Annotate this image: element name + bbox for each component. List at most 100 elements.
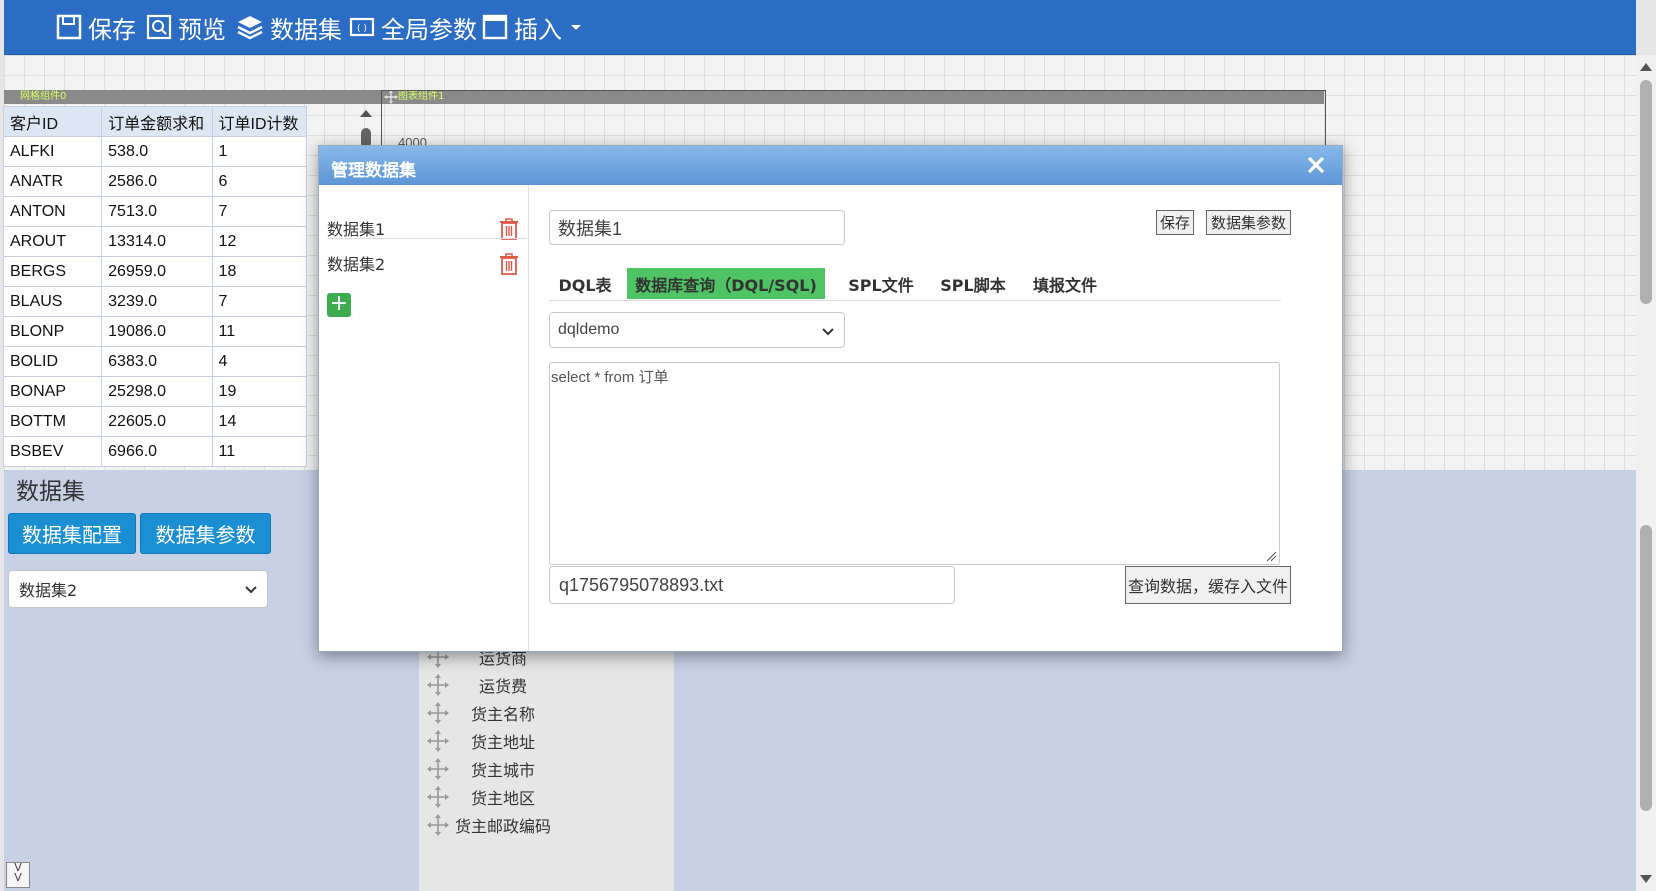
table-cell: 13314.0: [101, 226, 213, 257]
table-row: BERGS 26959.0 18: [2, 256, 308, 287]
dataset-config-button[interactable]: 数据集配置: [8, 513, 136, 554]
table-cell: BOLID: [2, 346, 103, 377]
table-row: AROUT 13314.0 12: [2, 226, 308, 257]
table-cell: 19086.0: [101, 316, 213, 347]
window-icon: [482, 14, 508, 40]
collapse-toggle-label: V V: [14, 861, 22, 884]
tab-db-query[interactable]: 数据库查询（DQL/SQL): [627, 268, 825, 299]
dialog-params-button[interactable]: 数据集参数: [1206, 210, 1291, 235]
dataset-list-divider: [327, 238, 527, 239]
resize-grip-icon[interactable]: [1265, 550, 1277, 562]
grid-component-header[interactable]: 网格组件0: [4, 90, 381, 104]
table-cell: 7: [211, 286, 308, 317]
table-row: BLAUS 3239.0 7: [2, 286, 308, 317]
table-row: ANTON 7513.0 7: [2, 196, 308, 227]
dataset-button[interactable]: 数据集: [236, 10, 342, 44]
table-cell: 538.0: [101, 136, 213, 167]
chevron-down-icon: [245, 586, 257, 594]
save-button[interactable]: 保存: [56, 10, 136, 44]
field-item[interactable]: 货主邮政编码: [419, 810, 674, 840]
table-cell: 22605.0: [101, 406, 213, 437]
table-header-row: 客户ID 订单金额求和 订单ID计数: [2, 106, 308, 137]
move-icon: [427, 814, 449, 836]
field-item[interactable]: 货主地区: [419, 782, 674, 812]
field-label: 货主城市: [471, 761, 536, 780]
bottom-panel-title: 数据集: [16, 479, 85, 505]
global-params-icon: ( ): [349, 17, 375, 37]
field-item[interactable]: 货主城市: [419, 754, 674, 784]
column-header[interactable]: 客户ID: [2, 106, 103, 137]
table-cell: BLONP: [2, 316, 103, 347]
tab-spl-script[interactable]: SPL脚本: [933, 268, 1013, 299]
dataset-item[interactable]: [326, 67, 526, 99]
dataset-select[interactable]: 数据集2: [8, 570, 268, 608]
table-cell: 18: [211, 256, 308, 287]
dialog-save-button[interactable]: 保存: [1156, 210, 1194, 235]
table-cell: ANATR: [2, 166, 103, 197]
query-textarea[interactable]: select * from 订单: [549, 362, 1280, 565]
scroll-down-icon[interactable]: [1636, 871, 1656, 887]
collapse-toggle-button[interactable]: V V: [6, 862, 30, 888]
table-row: BOLID 6383.0 4: [2, 346, 308, 377]
field-item[interactable]: 货主地址: [419, 726, 674, 756]
plus-icon: +: [329, 291, 349, 316]
top-toolbar: 保存 预览 数据集 ( ) 全局参数 插入: [4, 0, 1636, 55]
tab-fill-file[interactable]: 填报文件: [1025, 268, 1105, 299]
field-label: 运货费: [479, 677, 528, 696]
table-cell: BSBEV: [2, 436, 103, 467]
table-cell: BLAUS: [2, 286, 103, 317]
trash-icon[interactable]: [499, 253, 519, 275]
column-header[interactable]: 订单金额求和: [101, 106, 213, 137]
query-text: select * from 订单: [551, 369, 669, 386]
field-label: 货主地址: [471, 733, 536, 752]
dataset-name-input[interactable]: 数据集1: [549, 210, 845, 245]
trash-icon[interactable]: [499, 218, 519, 240]
field-label: 货主名称: [471, 705, 536, 724]
table-cell: 26959.0: [101, 256, 213, 287]
insert-menu[interactable]: 插入: [482, 10, 590, 44]
cache-file-value: q1756795078893.txt: [559, 574, 724, 595]
field-item[interactable]: 货主名称: [419, 698, 674, 728]
query-cache-button[interactable]: 查询数据，缓存入文件: [1125, 566, 1291, 604]
table-row: ALFKI 538.0 1: [2, 136, 308, 167]
cache-file-input[interactable]: q1756795078893.txt: [549, 566, 955, 604]
preview-button[interactable]: 预览: [146, 10, 226, 44]
panel-scroll-thumb[interactable]: [1640, 525, 1652, 811]
move-icon: [427, 730, 449, 752]
table-cell: 2586.0: [101, 166, 213, 197]
close-icon[interactable]: [1304, 153, 1328, 177]
scroll-up-icon[interactable]: [358, 106, 374, 122]
dataset-list-item-2[interactable]: 数据集2: [327, 247, 527, 279]
field-item[interactable]: 运货费: [419, 670, 674, 700]
caret-down-icon: [571, 25, 581, 30]
tab-spl-file[interactable]: SPL文件: [841, 268, 921, 299]
tab-dql-table[interactable]: DQL表: [555, 268, 615, 299]
save-label: 保存: [88, 15, 136, 44]
table-cell: 3239.0: [101, 286, 213, 317]
move-icon: [427, 702, 449, 724]
add-dataset-button[interactable]: +: [327, 293, 351, 317]
global-params-button[interactable]: ( ) 全局参数: [349, 10, 477, 44]
table-cell: 25298.0: [101, 376, 213, 407]
dataset-label: 数据集: [270, 15, 342, 44]
layers-icon: [237, 16, 263, 40]
dataset-item-label: 数据集2: [327, 255, 386, 274]
dataset-list-item-1[interactable]: 数据集1: [327, 212, 527, 244]
move-icon: [427, 674, 449, 696]
field-label: 货主邮政编码: [455, 817, 552, 836]
canvas-scroll-thumb[interactable]: [1640, 80, 1652, 304]
table-cell: BERGS: [2, 256, 103, 287]
table-cell: 1: [211, 136, 308, 167]
scroll-up-icon[interactable]: [1636, 59, 1656, 75]
global-params-label: 全局参数: [381, 15, 477, 44]
table-cell: 12: [211, 226, 308, 257]
data-grid-table: 客户ID 订单金额求和 订单ID计数 ALFKI 538.0 1 ANATR 2586.0 6…: [2, 106, 308, 467]
dataset-select-value: 数据集2: [19, 581, 78, 600]
dataset-item-label: 数据集1: [327, 220, 386, 239]
column-header[interactable]: 订单ID计数: [211, 106, 308, 137]
database-select[interactable]: dqldemo: [549, 312, 845, 348]
table-row: ANATR 2586.0 6: [2, 166, 308, 197]
query-type-tabs: DQL表 数据库查询（DQL/SQL) SPL文件 SPL脚本 填报文件: [549, 268, 1281, 301]
dialog-header: 管理数据集: [319, 146, 1342, 185]
dataset-params-button[interactable]: 数据集参数: [140, 513, 271, 554]
